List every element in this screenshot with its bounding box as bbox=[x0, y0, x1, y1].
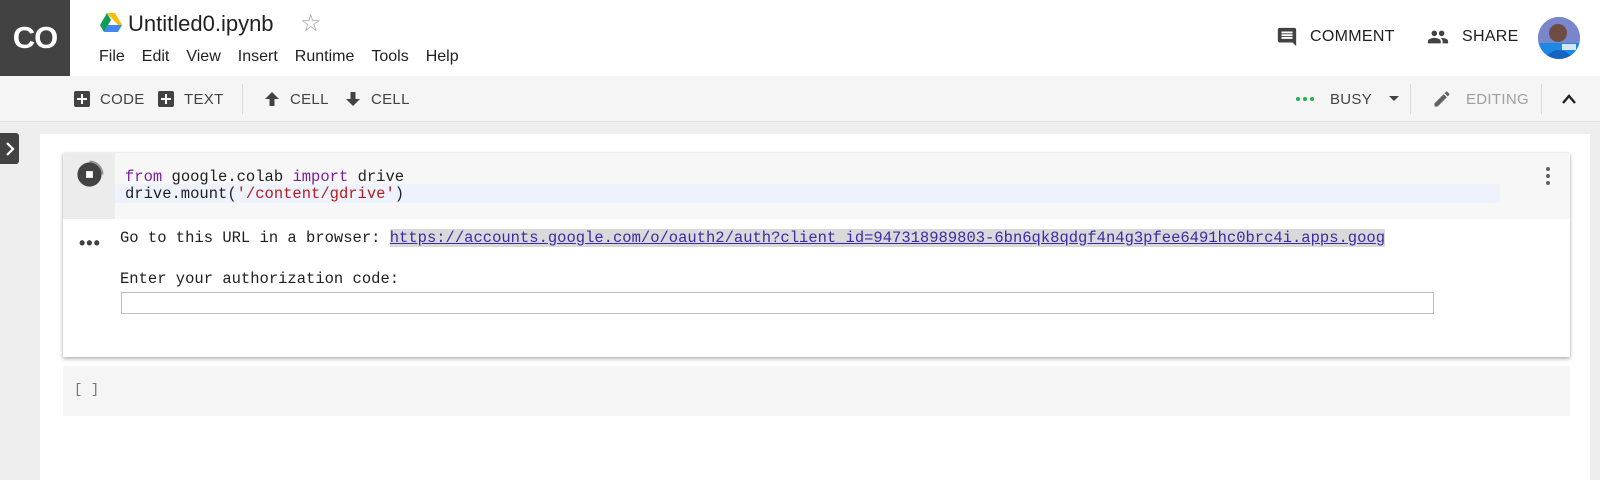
google-drive-icon bbox=[100, 13, 122, 32]
notebook-title[interactable]: Untitled0.ipynb bbox=[128, 11, 274, 37]
code-text: google.colab bbox=[162, 168, 293, 186]
menu-file[interactable]: File bbox=[99, 48, 125, 66]
people-icon bbox=[1427, 30, 1449, 44]
side-panel-toggle[interactable] bbox=[0, 133, 19, 164]
code-line-2: drive.mount('/content/gdrive') bbox=[125, 185, 404, 203]
output-menu-icon[interactable]: ••• bbox=[79, 233, 101, 254]
output-url-line: Go to this URL in a browser: https://acc… bbox=[120, 229, 1570, 247]
cell-gutter bbox=[63, 153, 115, 219]
menu-help[interactable]: Help bbox=[426, 48, 459, 66]
add-text-label: TEXT bbox=[184, 90, 224, 108]
keyword: import bbox=[292, 168, 349, 186]
code-line-1: from google.colab import drive bbox=[125, 168, 404, 186]
toolbar-divider bbox=[1541, 84, 1542, 114]
share-label: SHARE bbox=[1462, 28, 1519, 45]
caret-down-icon bbox=[1389, 96, 1400, 101]
keyword: from bbox=[125, 168, 163, 186]
menu-edit[interactable]: Edit bbox=[142, 48, 170, 66]
code-cell[interactable]: from google.colab import drive drive.mou… bbox=[63, 153, 1570, 357]
auth-prompt: Enter your authorization code: bbox=[120, 270, 400, 288]
add-text-button[interactable]: TEXT bbox=[158, 76, 224, 122]
arrow-down-icon bbox=[346, 92, 360, 106]
more-vert-icon[interactable] bbox=[1540, 165, 1556, 187]
cell-output: ••• Go to this URL in a browser: https:/… bbox=[63, 219, 1570, 357]
arrow-up-icon bbox=[265, 92, 279, 106]
editing-mode-label: EDITING bbox=[1466, 90, 1529, 108]
header: CO Untitled0.ipynb ☆ File Edit View Inse… bbox=[0, 0, 1600, 76]
menu-bar: File Edit View Insert Runtime Tools Help bbox=[99, 48, 476, 66]
code-editor[interactable]: from google.colab import drive drive.mou… bbox=[115, 153, 1570, 219]
menu-runtime[interactable]: Runtime bbox=[295, 48, 355, 66]
pencil-icon bbox=[1434, 91, 1450, 107]
menu-insert[interactable]: Insert bbox=[238, 48, 278, 66]
url-prefix: Go to this URL in a browser: bbox=[120, 229, 390, 247]
execution-count[interactable]: [ ] bbox=[74, 382, 99, 398]
toolbar-divider bbox=[242, 84, 243, 114]
plus-box-icon bbox=[74, 91, 90, 107]
busy-dots-icon bbox=[1296, 97, 1314, 101]
chevron-up-icon bbox=[1562, 94, 1576, 104]
code-text: drive.mount( bbox=[125, 185, 237, 203]
cell-up-label: CELL bbox=[290, 90, 329, 108]
avatar-image bbox=[1538, 17, 1580, 59]
star-outline-icon[interactable]: ☆ bbox=[300, 9, 322, 38]
logo-text: CO bbox=[12, 20, 58, 55]
string-literal: '/content/gdrive' bbox=[236, 185, 395, 203]
stop-circle-icon[interactable] bbox=[75, 160, 104, 189]
comment-button[interactable]: COMMENT bbox=[1276, 26, 1395, 48]
comment-icon bbox=[1277, 27, 1297, 47]
runtime-status-button[interactable]: BUSY bbox=[1296, 76, 1400, 122]
editing-mode-button[interactable]: EDITING bbox=[1432, 76, 1529, 122]
collapse-header-button[interactable] bbox=[1561, 76, 1577, 122]
auth-url-link[interactable]: https://accounts.google.com/o/oauth2/aut… bbox=[389, 229, 1386, 247]
menu-view[interactable]: View bbox=[186, 48, 220, 66]
toolbar: CODE TEXT CELL CELL BUSY EDITING bbox=[0, 76, 1600, 122]
code-text: ) bbox=[394, 185, 405, 203]
empty-code-cell[interactable]: [ ] bbox=[63, 366, 1570, 416]
add-code-button[interactable]: CODE bbox=[74, 76, 145, 122]
share-button[interactable]: SHARE bbox=[1426, 26, 1519, 48]
comment-label: COMMENT bbox=[1310, 28, 1395, 45]
move-cell-up-button[interactable]: CELL bbox=[264, 76, 329, 122]
menu-tools[interactable]: Tools bbox=[371, 48, 408, 66]
auth-code-input[interactable] bbox=[121, 292, 1434, 314]
plus-box-icon bbox=[158, 91, 174, 107]
toolbar-divider bbox=[1410, 84, 1411, 114]
code-text: drive bbox=[348, 168, 405, 186]
runtime-status-label: BUSY bbox=[1330, 90, 1373, 108]
chevron-right-icon bbox=[5, 141, 15, 156]
move-cell-down-button[interactable]: CELL bbox=[345, 76, 410, 122]
add-code-label: CODE bbox=[100, 90, 145, 108]
avatar[interactable] bbox=[1538, 17, 1580, 59]
cell-down-label: CELL bbox=[371, 90, 410, 108]
colab-logo[interactable]: CO bbox=[0, 0, 70, 76]
